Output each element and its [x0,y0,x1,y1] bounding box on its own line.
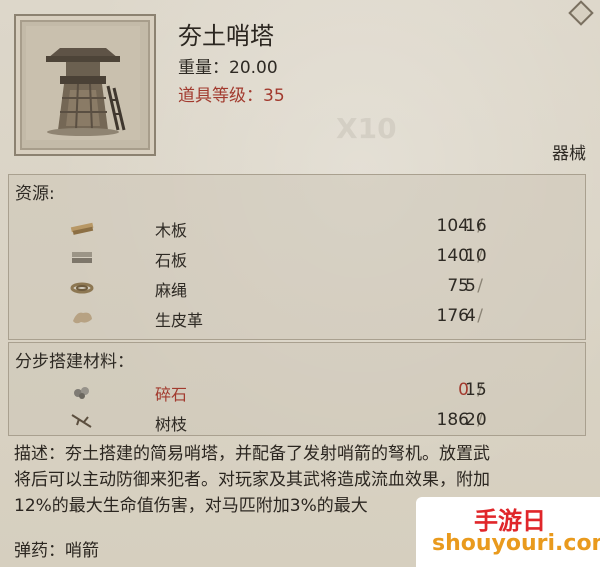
material-need: 15 [465,380,487,400]
branch-icon [71,414,92,428]
material-need: 20 [465,410,487,430]
rawhide-icon [73,312,92,324]
material-row: 树枝 186 / 20 [9,407,585,437]
resource-name: 木板 [155,221,188,240]
item-title: 夯土哨塔 [178,22,274,50]
resource-row: 木板 104 / 16 [9,213,585,243]
site-logo-url: shouyouri.com [432,531,600,556]
resources-title: 资源: [15,184,55,204]
material-row: 碎石 0 / 15 [9,377,585,407]
material-name: 碎石 [155,385,188,404]
resource-name: 石板 [155,251,188,270]
gravel-icon [74,387,89,399]
site-logo: 手游日 shouyouri.com [416,497,600,567]
qty-separator: / [477,306,483,326]
materials-title: 分步搭建材料： [15,352,134,372]
material-name: 树枝 [155,415,188,434]
resources-panel: 资源: 木板 104 / 16 石板 140 / 10 麻绳 75 / 5 生皮… [8,174,586,340]
item-weight: 重量：20.00 [178,58,278,78]
resource-need: 10 [465,246,487,266]
materials-panel: 分步搭建材料： 碎石 0 / 15 树枝 186 / 20 [8,342,586,436]
resource-row: 麻绳 75 / 5 [9,273,585,303]
resource-row: 生皮革 176 / 4 [9,303,585,333]
stone-slab-icon [72,252,92,263]
description-line: 描述：夯土搭建的简易哨塔，并配备了发射哨箭的弩机。放置武 [14,444,490,464]
resource-name: 生皮革 [155,311,204,330]
item-icon-frame [14,14,156,156]
rope-icon [70,282,94,294]
resource-need: 16 [465,216,487,236]
watchtower-icon [26,26,140,140]
resource-need: 5 [465,276,476,296]
resource-name: 麻绳 [155,281,188,300]
item-category: 器械 [552,144,586,164]
resource-need: 4 [465,306,476,326]
qty-separator: / [477,276,483,296]
ammo-info: 弹药：哨箭 [14,541,99,561]
item-level: 道具等级：35 [178,86,285,106]
wood-plank-icon [70,222,94,235]
description-line: 将后可以主动防御来犯者。对玩家及其武将造成流血效果，附加 [14,470,490,490]
resource-row: 石板 140 / 10 [9,243,585,273]
